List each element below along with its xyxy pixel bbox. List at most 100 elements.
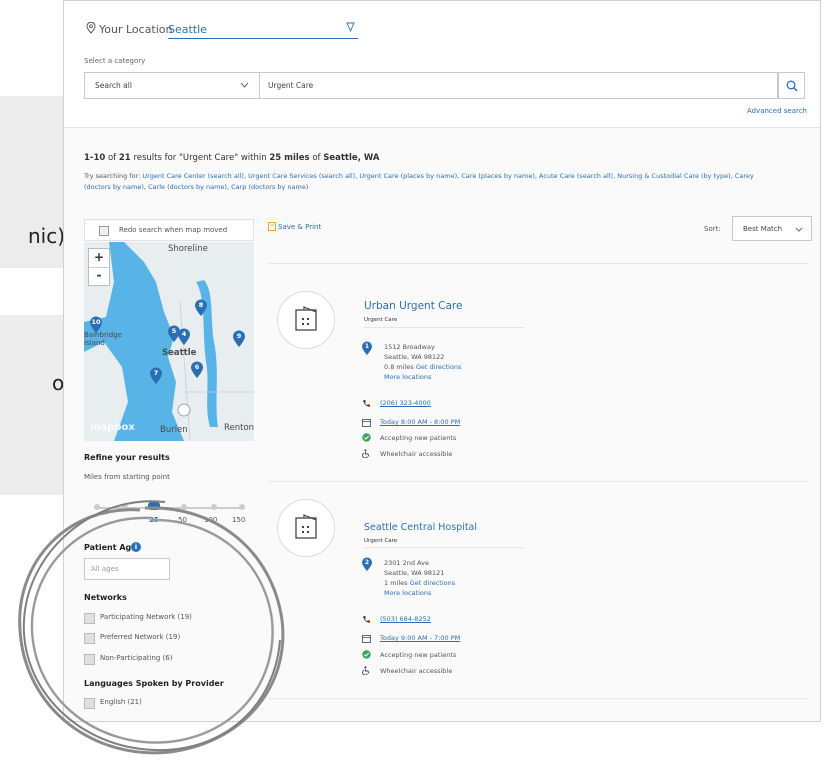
slider-tick: 100 bbox=[204, 516, 218, 524]
miles-label: Miles from starting point bbox=[84, 473, 170, 481]
provider-name-link[interactable]: Urban Urgent Care bbox=[364, 300, 462, 312]
slider-stop[interactable] bbox=[181, 504, 187, 510]
get-directions-link[interactable]: Get directions bbox=[416, 363, 462, 371]
distance-slider-thumb[interactable] bbox=[148, 502, 160, 510]
results-summary: 1-10 of 21 results for "Urgent Care" wit… bbox=[84, 153, 380, 163]
chevron-down-icon bbox=[240, 82, 249, 88]
info-icon[interactable]: i bbox=[131, 542, 141, 552]
check-circle-icon bbox=[362, 433, 371, 442]
result-divider bbox=[364, 547, 524, 548]
zoom-out-button[interactable]: - bbox=[89, 267, 109, 285]
background-panel-bottom bbox=[0, 315, 70, 495]
languages-heading: Languages Spoken by Provider bbox=[84, 679, 224, 688]
hours-link[interactable]: Today 9:00 AM - 7:00 PM bbox=[380, 634, 460, 642]
search-icon bbox=[786, 80, 798, 92]
map-zoom-control: + - bbox=[88, 248, 110, 286]
redo-search-checkbox[interactable] bbox=[99, 226, 109, 236]
suggestion-link[interactable]: Urgent Care (places by name) bbox=[359, 172, 457, 180]
try-searching-suggestions: Try searching for: Urgent Care Center (s… bbox=[84, 172, 754, 191]
suggestion-link[interactable]: Urgent Care Services (search all) bbox=[248, 172, 355, 180]
building-icon bbox=[295, 306, 317, 331]
suggestion-link[interactable]: Acute Care (search all) bbox=[539, 172, 613, 180]
sort-select[interactable]: Best Match bbox=[732, 216, 812, 241]
checkbox[interactable] bbox=[84, 633, 95, 644]
location-pin-icon: 1 bbox=[361, 341, 373, 356]
accepting-patients: Accepting new patients bbox=[380, 651, 457, 659]
save-print-icon bbox=[268, 222, 276, 231]
map-pin[interactable]: 8 bbox=[194, 299, 208, 317]
network-option-label: Participating Network (19) bbox=[100, 613, 192, 621]
check-circle-icon bbox=[362, 650, 371, 659]
checkbox[interactable] bbox=[84, 613, 95, 624]
slider-tick: 25 bbox=[149, 516, 159, 524]
more-locations-link[interactable]: More locations bbox=[384, 588, 455, 598]
language-option-label: English (21) bbox=[100, 698, 142, 706]
location-label: Your Location bbox=[99, 23, 173, 36]
more-locations-link[interactable]: More locations bbox=[384, 372, 461, 382]
category-select[interactable]: Search all bbox=[84, 72, 260, 99]
search-button[interactable] bbox=[778, 72, 805, 99]
locate-arrow-icon[interactable] bbox=[346, 22, 355, 32]
provider-address: 1512 Broadway Seattle, WA 98122 0.8 mile… bbox=[384, 343, 462, 382]
search-header: Your Location Seattle Select a category … bbox=[64, 1, 820, 128]
phone-link[interactable]: (503) 684-8252 bbox=[380, 615, 431, 623]
sort-label: Sort: bbox=[704, 225, 721, 233]
slider-stop[interactable] bbox=[94, 504, 100, 510]
sort-select-value: Best Match bbox=[743, 225, 783, 233]
calendar-icon bbox=[362, 635, 371, 643]
provider-avatar bbox=[277, 499, 335, 557]
advanced-search-link[interactable]: Advanced search bbox=[747, 107, 807, 115]
map-pin[interactable]: 10 bbox=[89, 316, 103, 334]
checkbox[interactable] bbox=[84, 698, 95, 709]
map-label-burien: Burien bbox=[160, 425, 188, 435]
provider-type: Urgent Care bbox=[364, 317, 398, 323]
map-label-seattle: Seattle bbox=[162, 348, 197, 358]
result-divider bbox=[269, 698, 809, 699]
suggestion-link[interactable]: Nursing & Custodial Care (by type) bbox=[617, 172, 730, 180]
patient-age-heading: Patient Age bbox=[84, 543, 137, 552]
location-input[interactable]: Seattle bbox=[168, 23, 207, 36]
distance-slider-track[interactable] bbox=[94, 507, 244, 509]
save-print-link[interactable]: Save & Print bbox=[278, 223, 321, 231]
patient-age-input[interactable]: All ages bbox=[84, 558, 170, 580]
wheelchair-icon bbox=[362, 449, 370, 458]
result-divider bbox=[364, 327, 524, 328]
network-option-label: Non-Participating (6) bbox=[100, 654, 173, 662]
get-directions-link[interactable]: Get directions bbox=[410, 579, 456, 587]
map-pin[interactable]: 4 bbox=[177, 328, 191, 346]
location-pin-icon bbox=[86, 22, 96, 34]
suggestion-link[interactable]: Urgent Care Center (search all) bbox=[142, 172, 244, 180]
zoom-in-button[interactable]: + bbox=[89, 249, 109, 268]
slider-tick: 150 bbox=[232, 516, 246, 524]
slider-stop[interactable] bbox=[122, 504, 128, 510]
redo-search-toggle[interactable]: Redo search when map moved bbox=[84, 219, 254, 241]
accepting-patients: Accepting new patients bbox=[380, 434, 457, 442]
provider-type: Urgent Care bbox=[364, 538, 398, 544]
slider-stop[interactable] bbox=[239, 504, 245, 510]
provider-avatar bbox=[277, 291, 335, 349]
result-divider bbox=[269, 263, 809, 264]
map-pin[interactable]: 7 bbox=[149, 367, 163, 385]
checkbox[interactable] bbox=[84, 654, 95, 665]
location-pin-icon: 2 bbox=[361, 557, 373, 572]
phone-icon bbox=[363, 400, 370, 407]
suggestion-link[interactable]: Carp (doctors by name) bbox=[231, 183, 308, 191]
provider-address: 2301 2nd Ave Seattle, WA 98121 1 miles G… bbox=[384, 559, 456, 598]
provider-name-link[interactable]: Seattle Central Hospital bbox=[364, 522, 477, 533]
hours-link[interactable]: Today 8:00 AM - 8:00 PM bbox=[380, 418, 460, 426]
phone-link[interactable]: (206) 323-4000 bbox=[380, 399, 431, 407]
map-label-renton: Renton bbox=[224, 423, 255, 433]
calendar-icon bbox=[362, 419, 371, 427]
redo-search-label: Redo search when map moved bbox=[119, 226, 228, 234]
suggestion-link[interactable]: Care (places by name) bbox=[461, 172, 535, 180]
suggestion-link[interactable]: Carle (doctors by name) bbox=[148, 183, 227, 191]
map-pin[interactable]: 6 bbox=[190, 361, 204, 379]
search-input[interactable]: Urgent Care bbox=[260, 72, 778, 99]
mapbox-logo: mapbox bbox=[90, 422, 135, 433]
slider-stop[interactable] bbox=[211, 504, 217, 510]
provider-search-app: Your Location Seattle Select a category … bbox=[63, 0, 821, 722]
map-label-shoreline: Shoreline bbox=[168, 244, 208, 254]
location-input-underline bbox=[168, 38, 358, 39]
map-pin[interactable]: 9 bbox=[232, 330, 246, 348]
refine-results-heading: Refine your results bbox=[84, 453, 170, 462]
